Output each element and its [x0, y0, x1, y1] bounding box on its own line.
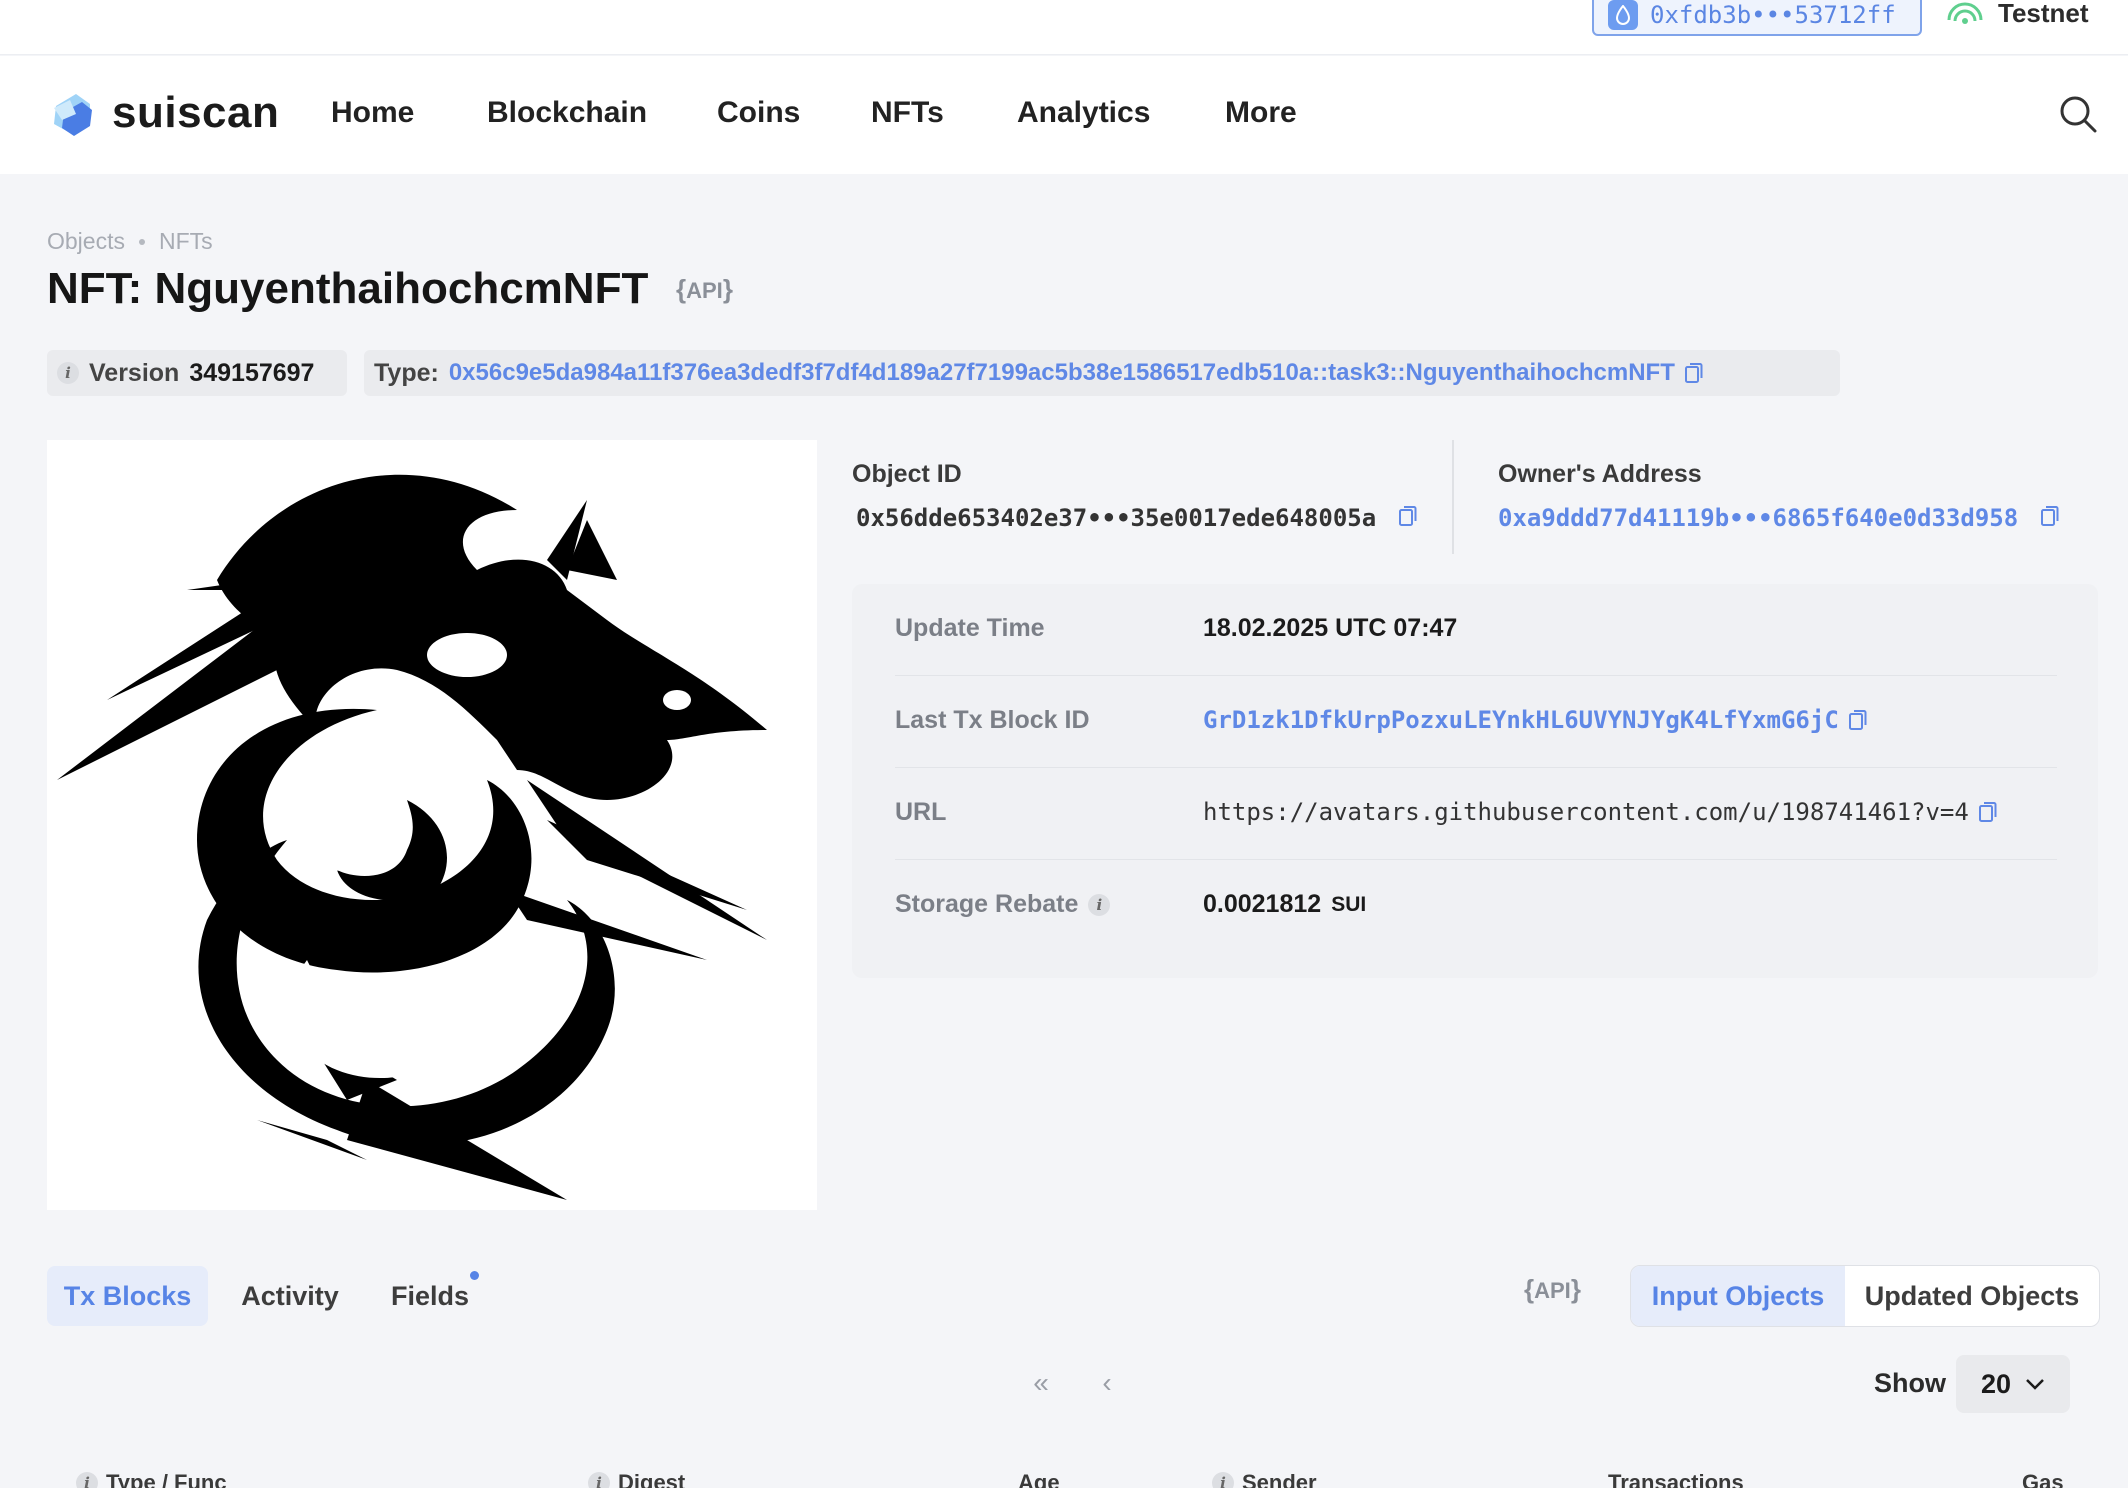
object-id-label: Object ID: [852, 460, 962, 488]
copy-icon[interactable]: [1399, 505, 1417, 527]
nav-analytics[interactable]: Analytics: [1017, 96, 1150, 130]
th-type-func: i Type / Func: [76, 1470, 227, 1488]
nav-coins[interactable]: Coins: [717, 96, 800, 130]
page-title: NFT: NguyenthaihochcmNFT: [47, 264, 649, 313]
main-navbar: suiscan Home Blockchain Coins NFTs Analy…: [0, 56, 2128, 174]
toggle-input-objects[interactable]: Input Objects: [1631, 1266, 1845, 1326]
prev-page-button[interactable]: ‹: [1092, 1367, 1122, 1398]
copy-icon[interactable]: [1978, 801, 1997, 823]
dragon-image: [57, 474, 767, 1200]
signal-icon: [1947, 2, 1983, 24]
id-divider: [1452, 440, 1454, 554]
breadcrumb-nfts[interactable]: NFTs: [159, 228, 213, 255]
network-selector[interactable]: Testnet: [1946, 0, 2089, 28]
nav-home[interactable]: Home: [331, 96, 414, 130]
detail-row-url: URL https://avatars.githubusercontent.co…: [895, 768, 2057, 860]
tx-api-label: API: [1534, 1278, 1571, 1303]
owner-address-label: Owner's Address: [1498, 460, 1702, 488]
version-label: Version: [89, 358, 180, 387]
th-digest-label: Digest: [618, 1470, 686, 1488]
tx-api-badge[interactable]: {API}: [1524, 1274, 1581, 1305]
suiscan-logo-icon: [54, 94, 92, 136]
th-digest: i Digest: [588, 1470, 685, 1488]
tab-tx-blocks[interactable]: Tx Blocks: [47, 1266, 208, 1326]
object-details-card: Update Time 18.02.2025 UTC 07:47 Last Tx…: [852, 584, 2098, 978]
storage-rebate-value: 0.0021812: [1203, 890, 1322, 918]
owner-address-link[interactable]: 0xa9ddd77d41119b•••6865f640e0d33d958: [1498, 504, 2018, 532]
nft-image: [47, 440, 817, 1210]
last-tx-link[interactable]: GrD1zk1DfkUrpPozxuLEYnkHL6UVYNJYgK4LfYxm…: [1203, 706, 1839, 734]
chevron-down-icon: [2026, 1379, 2044, 1390]
info-icon[interactable]: i: [57, 362, 79, 384]
info-icon[interactable]: i: [1212, 1472, 1234, 1488]
breadcrumb: Objects NFTs: [47, 228, 213, 255]
detail-row-update-time: Update Time 18.02.2025 UTC 07:47: [895, 584, 2057, 676]
first-page-button[interactable]: «: [1026, 1367, 1056, 1398]
version-chip: i Version 349157697: [47, 350, 347, 396]
info-icon[interactable]: i: [76, 1472, 98, 1488]
url-value: https://avatars.githubusercontent.com/u/…: [1203, 798, 1969, 826]
th-type-func-label: Type / Func: [106, 1470, 227, 1488]
storage-rebate-label: Storage Rebate: [895, 890, 1079, 918]
api-brace-open: {: [676, 274, 687, 304]
copy-icon[interactable]: [1684, 362, 1703, 384]
th-gas-label: Gas: [2022, 1470, 2064, 1488]
wallet-address-button[interactable]: 0xfdb3b•••53712ff: [1592, 0, 1922, 36]
last-tx-label: Last Tx Block ID: [895, 706, 1090, 734]
th-sender: i Sender: [1212, 1470, 1317, 1488]
info-icon[interactable]: i: [588, 1472, 610, 1488]
copy-icon[interactable]: [2041, 505, 2059, 527]
last-tx-value-wrap: GrD1zk1DfkUrpPozxuLEYnkHL6UVYNJYgK4LfYxm…: [1203, 706, 1867, 734]
nav-nfts[interactable]: NFTs: [871, 96, 944, 130]
th-transactions-label: Transactions: [1608, 1470, 1744, 1488]
api-badge[interactable]: {API}: [676, 274, 733, 305]
url-label: URL: [895, 798, 947, 826]
storage-rebate-unit: SUI: [1331, 892, 1367, 916]
tab-fields[interactable]: Fields: [380, 1266, 480, 1326]
th-age-label: Age: [1018, 1470, 1060, 1488]
page-size-select[interactable]: 20: [1956, 1355, 2070, 1413]
th-transactions: Transactions: [1608, 1470, 1744, 1488]
search-icon[interactable]: [2058, 94, 2098, 134]
type-label: Type:: [374, 358, 439, 387]
type-link[interactable]: 0x56c9e5da984a11f376ea3dedf3f7df4d189a27…: [449, 359, 1675, 387]
copy-icon[interactable]: [1848, 709, 1867, 731]
update-time-label: Update Time: [895, 614, 1045, 642]
version-value: 349157697: [189, 358, 315, 387]
breadcrumb-separator: [138, 238, 145, 245]
top-bar: 0xfdb3b•••53712ff Testnet: [0, 0, 2128, 55]
suiscan-logo[interactable]: suiscan: [46, 86, 279, 140]
page-size-value: 20: [1980, 1368, 2012, 1399]
th-gas: Gas: [2022, 1470, 2064, 1488]
tab-activity[interactable]: Activity: [230, 1266, 350, 1326]
detail-row-storage-rebate: Storage Rebate i 0.0021812 SUI: [895, 860, 2057, 952]
logo-text: suiscan: [112, 88, 280, 137]
storage-rebate-value-wrap: 0.0021812 SUI: [1203, 890, 1366, 919]
network-label: Testnet: [1998, 0, 2089, 28]
info-icon[interactable]: i: [1088, 893, 1111, 916]
objects-toggle: Input Objects Updated Objects: [1630, 1265, 2100, 1327]
fields-notification-dot: [470, 1271, 479, 1280]
api-brace-close: }: [1570, 1274, 1581, 1304]
nav-more[interactable]: More: [1225, 96, 1297, 130]
show-label: Show: [1874, 1368, 1946, 1398]
storage-rebate-label-wrap: Storage Rebate i: [895, 890, 1111, 919]
detail-row-last-tx: Last Tx Block ID GrD1zk1DfkUrpPozxuLEYnk…: [895, 676, 2057, 768]
api-brace-open: {: [1524, 1274, 1535, 1304]
th-age: Age: [1018, 1470, 1060, 1488]
toggle-updated-objects[interactable]: Updated Objects: [1845, 1266, 2099, 1326]
th-sender-label: Sender: [1242, 1470, 1317, 1488]
url-value-wrap: https://avatars.githubusercontent.com/u/…: [1203, 798, 1997, 826]
sui-drop-icon: [1608, 0, 1638, 30]
type-chip: Type: 0x56c9e5da984a11f376ea3dedf3f7df4d…: [364, 350, 1840, 396]
update-time-value: 18.02.2025 UTC 07:47: [1203, 614, 1458, 642]
object-id-value: 0x56dde653402e37•••35e0017ede648005a: [856, 504, 1377, 532]
api-brace-close: }: [722, 274, 733, 304]
breadcrumb-objects[interactable]: Objects: [47, 228, 125, 255]
wallet-address-text: 0xfdb3b•••53712ff: [1650, 1, 1896, 29]
nav-blockchain[interactable]: Blockchain: [487, 96, 647, 130]
api-badge-label: API: [686, 278, 723, 303]
